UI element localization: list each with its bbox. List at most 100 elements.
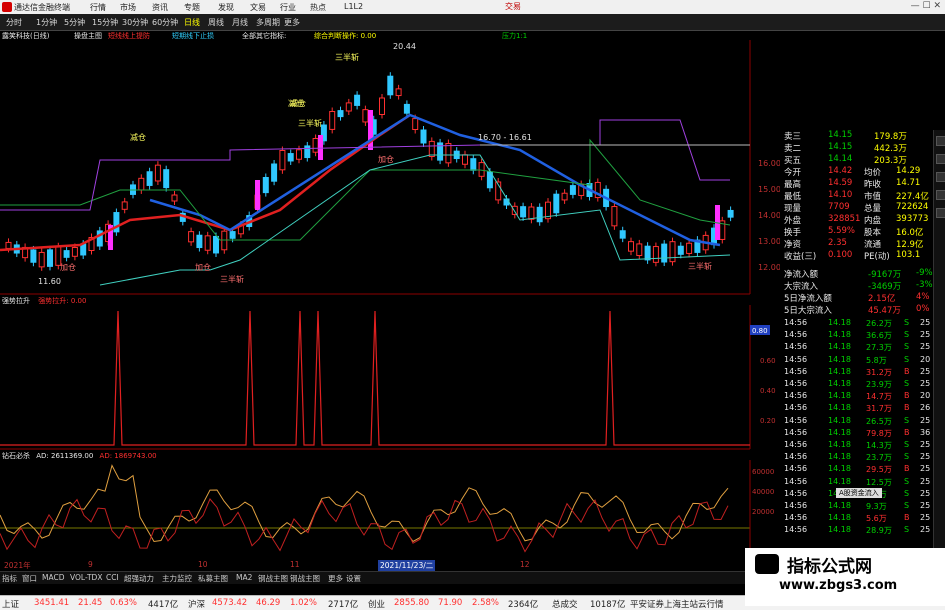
right-toolbar[interactable] [933,130,945,570]
tool-icon-1[interactable] [936,136,945,146]
sub2-y-2: 40000 [752,488,774,496]
candle [462,154,468,165]
menu-item-3[interactable]: 15分钟 [92,17,118,28]
tick-time: 14:56 [784,427,808,437]
diamond-chart[interactable]: 60000 40000 20000 [0,460,780,560]
indicator-tab[interactable]: 私募主图 [198,573,228,584]
tick-count: 20 [920,391,931,401]
candle [611,206,618,227]
menu-item-10[interactable]: 更多 [284,17,300,28]
tool-icon-5[interactable] [936,208,945,218]
candle [669,241,676,263]
tick-volume: 29.5万 [866,465,892,475]
candle [5,241,12,249]
nav-news[interactable]: 资讯 [152,2,168,13]
nav-wenyi[interactable]: 文易 [250,2,266,13]
menu-item-1[interactable]: 1分钟 [36,17,57,28]
strong-rise-chart[interactable]: 0.80 0.60 0.40 0.20 [0,305,780,450]
tool-icon-3[interactable] [936,172,945,182]
flow-pct: -3% [916,280,933,290]
tick-volume: 26.5万 [866,416,892,426]
nav-l1l2[interactable]: L1L2 [344,2,363,11]
menu-item-9[interactable]: 多周期 [256,17,280,28]
indicator-tab[interactable]: 主力监控 [162,573,192,584]
indicator-tab[interactable]: MACD [42,573,64,582]
tick-time: 14:56 [784,330,808,340]
tick-row: 14:56 14.18 29.5万 B 25 [784,464,934,475]
indicator-tab[interactable]: 窗口 [22,573,37,584]
x-axis: 2021年 9 10 11 2021/11/23/二 12 [0,560,750,571]
flow-row: 5日净流入额 2.15亿 4% [784,292,934,304]
tick-count: 25 [920,476,931,486]
nav-discover[interactable]: 发现 [218,2,234,13]
menu-item-5[interactable]: 60分钟 [152,17,178,28]
candle [686,242,693,254]
indicator-tab[interactable]: 钢战主图 [290,573,320,584]
tick-volume: 5.6万 [866,514,887,524]
tick-side: S [904,318,910,327]
candle [628,241,634,252]
sub2-name[interactable]: 钻石必杀 [2,452,30,460]
nav-market[interactable]: 市场 [120,2,136,13]
nav-topic[interactable]: 专题 [184,2,200,13]
trade-button[interactable]: 交易 [505,1,521,12]
indicator-tab[interactable]: 超强动力 [124,573,154,584]
menu-item-7[interactable]: 周线 [208,17,224,28]
indicator-tab-bar: 指标 窗口 MACD VOL-TDX CCI 超强动力 主力监控 私募主图 MA2 钢战主图 钢战主… [0,571,745,584]
menu-item-8[interactable]: 月线 [232,17,248,28]
quote-row: 净资 2.35 流通 12.9亿 [784,238,934,250]
indicator-tab[interactable]: VOL-TDX [70,573,102,582]
tick-time: 14:56 [784,513,808,523]
window-controls[interactable]: — ☐ ✕ [911,1,941,11]
indicator-tab[interactable]: 钢战主图 [258,573,288,584]
menu-item-2[interactable]: 5分钟 [64,17,85,28]
y-label-4: 13.00 [758,237,780,246]
menu-item-0[interactable]: 分时 [6,17,22,28]
watermark-url: www.zbgs3.com [779,578,898,593]
flow-popup[interactable]: A股资金流入 [836,488,882,498]
tool-icon-2[interactable] [936,154,945,164]
tick-row: 14:56 14.18 9.3万 S 25 [784,501,934,512]
sub1-name[interactable]: 强势拉升 [2,297,30,305]
nav-hot[interactable]: 热点 [310,2,326,13]
quote-value-2: 722624 [896,202,929,212]
tool-icon-4[interactable] [936,190,945,200]
indicator-tab[interactable]: 更多 [328,573,343,584]
tick-side: S [904,525,910,535]
watermark-logo-icon [755,554,779,574]
quote-panel: 卖三 14.15 179.8万 卖二 14.15 442.3万 买五 14.14… [780,130,945,565]
candle [661,243,668,263]
tick-price: 14.18 [828,330,851,340]
indicator-tab[interactable]: MA2 [236,573,252,582]
tick-side: S [904,452,910,462]
tick-row: 14:56 14.18 12.5万 S 25 [784,477,934,488]
candle [196,234,203,249]
indicator-tab[interactable]: CCI [106,573,119,582]
sub2-value: AD: 2611369.00 [36,452,94,460]
annotation-6: 加仓 [378,154,394,164]
tick-volume: 14.3万 [866,441,892,450]
tick-side: S [904,440,910,449]
quote-value-2: 12.9亿 [896,240,924,250]
menu-item-4[interactable]: 30分钟 [122,17,148,28]
indicator-tab[interactable]: 设置 [346,573,361,584]
tick-side: B [904,366,910,376]
candle [154,164,161,182]
tick-row: 14:56 14.18 31.7万 B 26 [784,403,934,414]
indicator-tab[interactable]: 指标 [2,573,17,584]
quote-row: 买五 14.14 203.3万 [784,154,934,166]
quote-label-2: 昨收 [864,180,882,190]
sh-change: 21.45 [78,598,103,608]
tick-count: 25 [920,464,931,474]
quote-value-2: 203.3万 [874,156,907,166]
signal-bar [255,180,260,210]
sh-pct: 0.63% [110,598,138,608]
candlestick-chart[interactable]: 20.44 11.60 16.70 - 16.61 减仓 减仓 三半斩 三半斩 … [0,40,780,295]
menu-item-6[interactable]: 日线 [184,17,200,28]
quote-row: 现量 7709 总量 722624 [784,202,934,214]
tick-time: 14:56 [784,379,808,388]
nav-quotes[interactable]: 行情 [90,2,106,13]
tick-time: 14:56 [784,366,808,376]
tick-volume: 31.2万 [866,367,892,377]
nav-industry[interactable]: 行业 [280,2,296,13]
